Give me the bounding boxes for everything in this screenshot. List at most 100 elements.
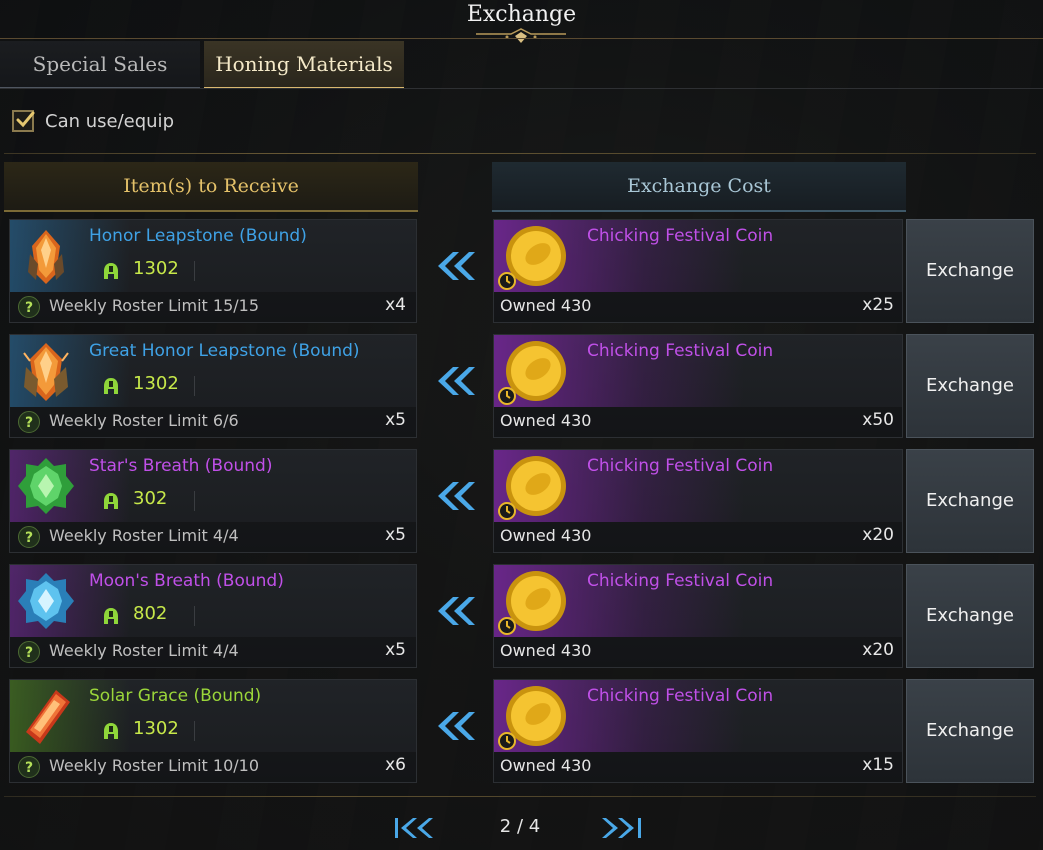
item-footer: ? Weekly Roster Limit 6/6 x5 [10, 407, 416, 437]
tab-divider [0, 88, 1043, 89]
item-level-icon [104, 263, 118, 279]
owned-amount: Owned 430 [500, 756, 592, 775]
title-ornament-icon [476, 28, 566, 43]
help-icon[interactable]: ? [18, 411, 40, 433]
owned-amount: Owned 430 [500, 296, 592, 315]
checkbox-label: Can use/equip [45, 111, 174, 132]
weekly-limit: Weekly Roster Limit 10/10 [49, 756, 259, 775]
last-page-icon[interactable] [602, 816, 646, 840]
cost-name: Chicking Festival Coin [587, 686, 774, 706]
festival-coin-icon [498, 686, 566, 750]
cost-name: Chicking Festival Coin [587, 456, 774, 476]
divider [194, 376, 195, 396]
cost-footer: Owned 430 x20 [494, 522, 902, 552]
help-icon[interactable]: ? [18, 641, 40, 663]
checkbox[interactable] [12, 110, 35, 132]
exchange-row: Star's Breath (Bound) 302 ? Weekly Roste… [0, 449, 1043, 555]
item-quantity: x6 [385, 755, 406, 775]
cost-footer: Owned 430 x15 [494, 752, 902, 782]
item-level-icon [104, 723, 118, 739]
exchange-button[interactable]: Exchange [906, 679, 1034, 783]
cost-footer: Owned 430 x50 [494, 407, 902, 437]
double-chevron-left-icon [438, 712, 475, 740]
weekly-limit: Weekly Roster Limit 4/4 [49, 641, 239, 660]
exchange-row: Moon's Breath (Bound) 802 ? Weekly Roste… [0, 564, 1043, 670]
solar-grace-icon [26, 690, 70, 744]
owned-amount: Owned 430 [500, 641, 592, 660]
exchange-button[interactable]: Exchange [906, 334, 1034, 438]
item-card[interactable]: Star's Breath (Bound) 302 ? Weekly Roste… [9, 449, 417, 553]
divider [194, 721, 195, 741]
exchange-row: Solar Grace (Bound) 1302 ? Weekly Roster… [0, 679, 1043, 785]
cost-quantity: x15 [862, 755, 894, 775]
item-quantity: x5 [385, 410, 406, 430]
item-card[interactable]: Great Honor Leapstone (Bound) 1302 ? Wee… [9, 334, 417, 438]
cost-quantity: x20 [862, 525, 894, 545]
owned-amount: Owned 430 [500, 526, 592, 545]
cost-quantity: x50 [862, 410, 894, 430]
cost-card: Chicking Festival Coin Owned 430 x25 [493, 219, 903, 323]
exchange-button[interactable]: Exchange [906, 219, 1034, 323]
cost-footer: Owned 430 x25 [494, 292, 902, 322]
help-icon[interactable]: ? [18, 756, 40, 778]
exchange-button[interactable]: Exchange [906, 449, 1034, 553]
exchange-button[interactable]: Exchange [906, 564, 1034, 668]
festival-coin-icon [498, 226, 566, 290]
item-level: 802 [133, 603, 168, 624]
cost-quantity: x20 [862, 640, 894, 660]
item-level: 1302 [133, 373, 179, 394]
checkmark-icon [16, 111, 35, 128]
item-level: 1302 [133, 718, 179, 739]
first-page-icon[interactable] [393, 816, 437, 840]
tab-honing-materials[interactable]: Honing Materials [204, 41, 404, 89]
page-indicator: 2 / 4 [499, 816, 541, 837]
item-card[interactable]: Honor Leapstone (Bound) 1302 ? Weekly Ro… [9, 219, 417, 323]
cost-card: Chicking Festival Coin Owned 430 x20 [493, 564, 903, 668]
item-level-icon [104, 493, 118, 509]
honor-leapstone-icon [28, 230, 64, 284]
item-footer: ? Weekly Roster Limit 4/4 x5 [10, 522, 416, 552]
header-items-to-receive: Item(s) to Receive [4, 162, 418, 212]
item-footer: ? Weekly Roster Limit 10/10 x6 [10, 752, 416, 782]
cost-name: Chicking Festival Coin [587, 571, 774, 591]
tab-special-sales[interactable]: Special Sales [0, 41, 200, 89]
header-exchange-cost: Exchange Cost [492, 162, 906, 212]
help-icon[interactable]: ? [18, 526, 40, 548]
item-card[interactable]: Solar Grace (Bound) 1302 ? Weekly Roster… [9, 679, 417, 783]
item-name: Honor Leapstone (Bound) [89, 226, 307, 246]
stars-breath-icon [18, 458, 74, 514]
divider [194, 261, 195, 281]
owned-amount: Owned 430 [500, 411, 592, 430]
item-footer: ? Weekly Roster Limit 15/15 x4 [10, 292, 416, 322]
weekly-limit: Weekly Roster Limit 15/15 [49, 296, 259, 315]
weekly-limit: Weekly Roster Limit 6/6 [49, 411, 239, 430]
divider [194, 491, 195, 511]
item-name: Great Honor Leapstone (Bound) [89, 341, 360, 361]
item-level-icon [104, 608, 118, 624]
double-chevron-left-icon [438, 367, 475, 395]
title-divider [0, 38, 1043, 39]
cost-quantity: x25 [862, 295, 894, 315]
cost-name: Chicking Festival Coin [587, 226, 774, 246]
item-footer: ? Weekly Roster Limit 4/4 x5 [10, 637, 416, 667]
help-icon[interactable]: ? [18, 296, 40, 318]
item-level: 302 [133, 488, 168, 509]
item-name: Moon's Breath (Bound) [89, 571, 284, 591]
item-card[interactable]: Moon's Breath (Bound) 802 ? Weekly Roste… [9, 564, 417, 668]
great-honor-leapstone-icon [23, 343, 69, 401]
double-chevron-left-icon [438, 597, 475, 625]
moons-breath-icon [18, 573, 74, 629]
exchange-row: Great Honor Leapstone (Bound) 1302 ? Wee… [0, 334, 1043, 440]
festival-coin-icon [498, 456, 566, 520]
cost-card: Chicking Festival Coin Owned 430 x15 [493, 679, 903, 783]
item-quantity: x5 [385, 640, 406, 660]
cost-footer: Owned 430 x20 [494, 637, 902, 667]
pagination: 2 / 4 [0, 810, 1043, 846]
festival-coin-icon [498, 341, 566, 405]
cost-card: Chicking Festival Coin Owned 430 x20 [493, 449, 903, 553]
item-quantity: x4 [385, 295, 406, 315]
divider [194, 606, 195, 626]
double-chevron-left-icon [438, 482, 475, 510]
exchange-row: Honor Leapstone (Bound) 1302 ? Weekly Ro… [0, 219, 1043, 325]
section-divider [4, 153, 1036, 154]
